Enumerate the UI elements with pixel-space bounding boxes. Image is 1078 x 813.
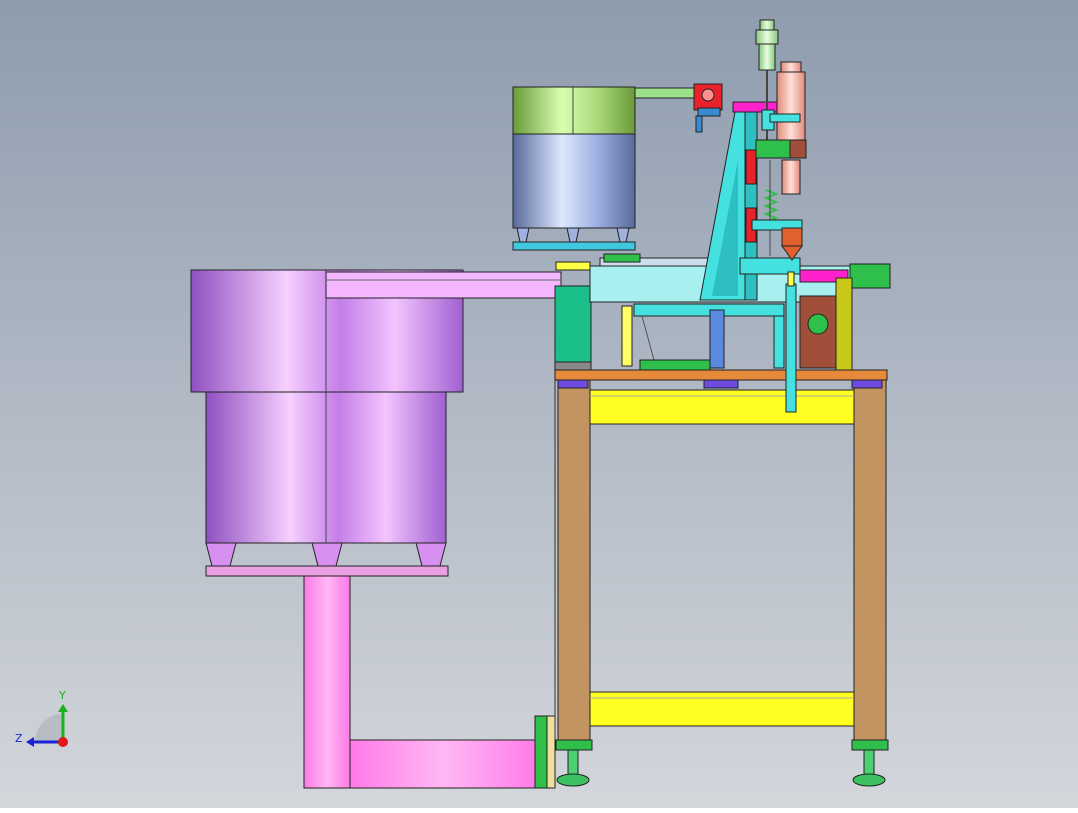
teal-block [554, 285, 592, 363]
small-bowl-base [512, 241, 636, 251]
pink-cylinder-body [776, 71, 806, 145]
bowl-base-plate [205, 565, 449, 577]
frame-leg-left [557, 377, 591, 741]
chute-end-block [546, 715, 556, 789]
vertical-chute [303, 575, 351, 789]
cad-viewport[interactable]: Y Z [0, 0, 1078, 808]
axis-y-label: Y [59, 689, 66, 702]
bowl-outlet-track [325, 271, 562, 299]
green-cylinder-head [755, 29, 779, 45]
axis-z-label: Z [15, 732, 23, 745]
frame-beam-lower [589, 691, 855, 727]
olive-block [835, 277, 853, 371]
screw-nozzle [781, 227, 803, 247]
slide-plate [633, 303, 785, 317]
red-sensor [745, 149, 757, 185]
assembly-drawing [0, 0, 1078, 808]
frame-beam-upper [589, 389, 855, 425]
leveling-foot [852, 773, 886, 787]
small-bowl-top [512, 86, 636, 135]
leveling-foot [556, 773, 590, 787]
pink-cylinder-lower [781, 159, 801, 195]
guide-rod [785, 283, 797, 413]
chute-end-plate [534, 715, 548, 789]
small-bowl-body [512, 133, 636, 229]
small-bowl-track [634, 87, 698, 99]
right-actuator [849, 263, 891, 289]
horizontal-chute [349, 739, 539, 789]
green-cylinder-body [758, 43, 776, 71]
frame-leg-right [853, 377, 887, 741]
green-carriage [755, 139, 791, 159]
table-top [554, 369, 888, 381]
